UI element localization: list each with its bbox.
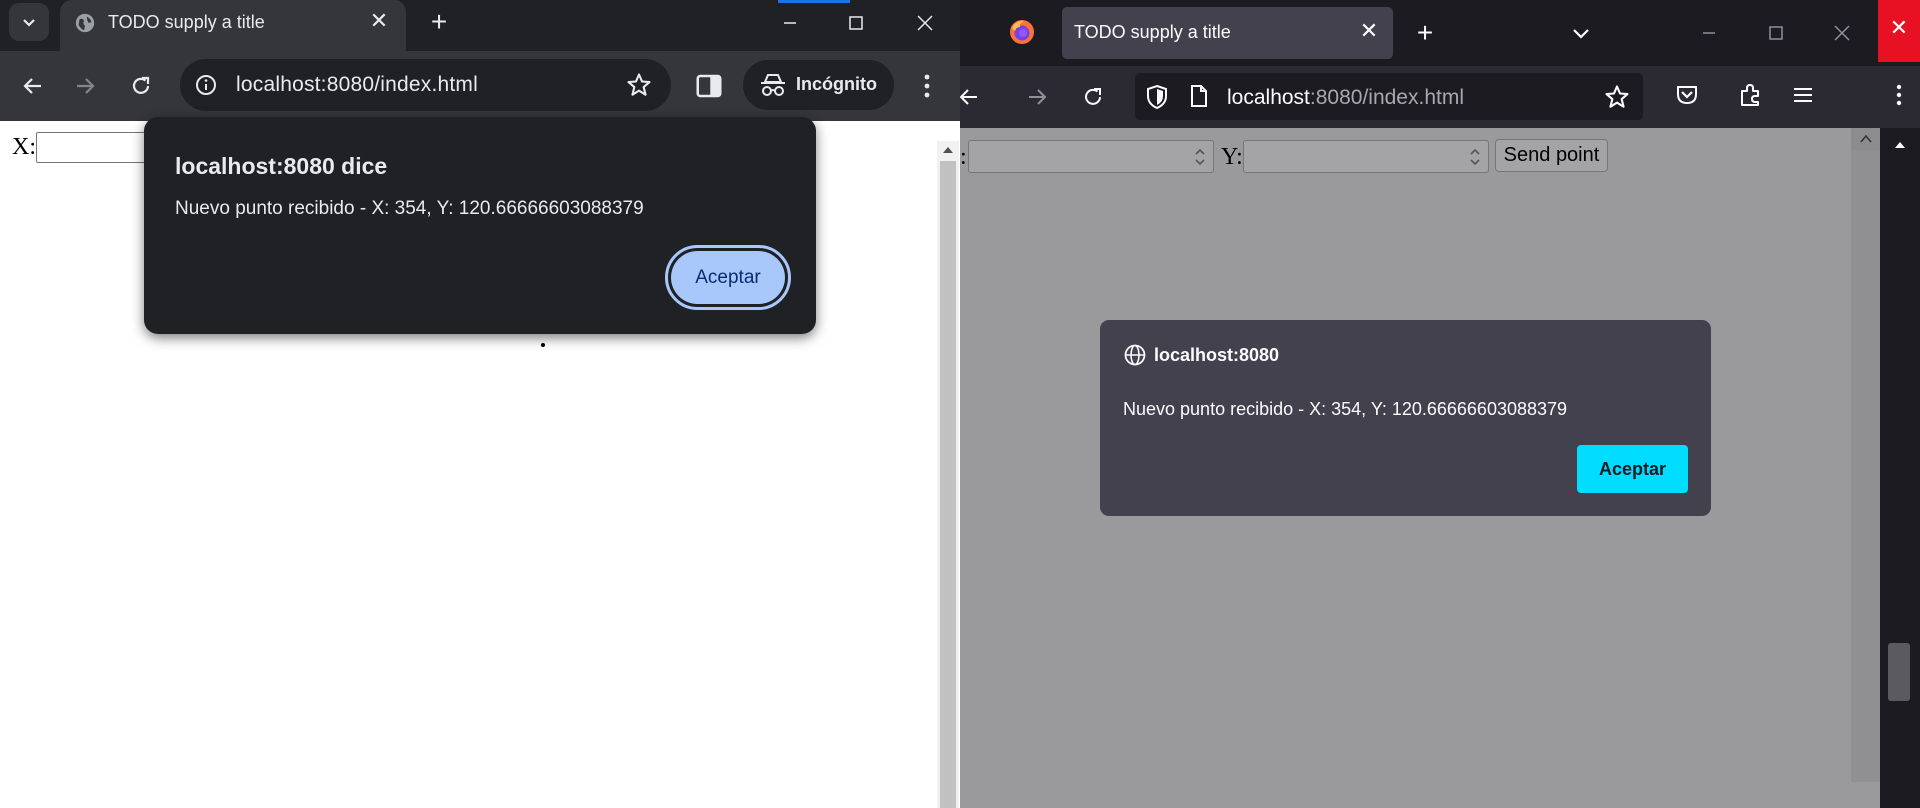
firefox-address-bar[interactable]: localhost:8080/index.html: [1135, 73, 1643, 120]
send-point-button[interactable]: Send point: [1495, 139, 1608, 172]
globe-icon: [1124, 344, 1146, 366]
chrome-dialog-accept-button[interactable]: Aceptar: [665, 245, 791, 310]
tab-search-button[interactable]: [9, 3, 49, 41]
chrome-tab-close-icon[interactable]: ✕: [366, 8, 392, 34]
application-menu-button[interactable]: [1788, 80, 1818, 110]
scroll-up-arrow-icon[interactable]: [1892, 138, 1908, 152]
background-window-scrollbar[interactable]: [1880, 128, 1920, 808]
bookmark-star-icon[interactable]: [1603, 83, 1631, 111]
x-label: :: [960, 144, 967, 170]
chrome-dialog-accept-label: Aceptar: [671, 251, 785, 304]
kebab-menu-icon[interactable]: [914, 69, 940, 103]
firefox-maximize-icon[interactable]: [1761, 18, 1791, 48]
address-url[interactable]: localhost:8080/index.html: [236, 73, 478, 97]
forward-icon: [77, 78, 95, 94]
chrome-window: TODO supply a title ✕ + localhost:8080/i…: [0, 0, 960, 808]
url-path: :8080/index.html: [1309, 86, 1464, 109]
firefox-alert-dialog: localhost:8080 Nuevo punto recibido - X:…: [1100, 320, 1711, 516]
overflow-menu-button[interactable]: [1884, 80, 1914, 110]
firefox-close-icon[interactable]: [1827, 18, 1857, 48]
firefox-logo-icon: [1010, 20, 1034, 44]
hamburger-menu-icon: [1794, 88, 1812, 102]
reload-button[interactable]: [124, 69, 158, 103]
chrome-minimize-icon[interactable]: [775, 8, 805, 38]
list-all-tabs-icon[interactable]: [1568, 20, 1594, 46]
chrome-dialog-title: localhost:8080 dice: [175, 153, 388, 179]
firefox-scrollbar-thumb[interactable]: [1851, 150, 1880, 782]
reload-icon: [1085, 88, 1101, 105]
firefox-dialog-title: localhost:8080: [1154, 345, 1280, 365]
incognito-icon: [761, 74, 785, 96]
shield-icon[interactable]: [1145, 84, 1169, 110]
chrome-maximize-icon[interactable]: [841, 8, 871, 38]
page-icon[interactable]: [1189, 84, 1209, 108]
background-scrollbar-thumb[interactable]: [1888, 643, 1910, 701]
chevron-down-icon: [23, 19, 35, 27]
firefox-back-button[interactable]: [960, 80, 986, 114]
point-marker: [541, 343, 545, 347]
chrome-scrollbar-thumb[interactable]: [940, 161, 956, 808]
pocket-icon: [1677, 86, 1697, 105]
back-icon: [23, 78, 41, 94]
chrome-tab-title: TODO supply a title: [108, 12, 265, 32]
firefox-page-scrollbar[interactable]: [1851, 128, 1880, 782]
firefox-tab-active[interactable]: TODO supply a title ✕: [1062, 7, 1393, 59]
chrome-alert-dialog: localhost:8080 dice Nuevo punto recibido…: [144, 117, 816, 334]
back-button[interactable]: [16, 69, 50, 103]
firefox-tab-close-icon[interactable]: ✕: [1357, 19, 1381, 43]
firefox-dialog-accept-button[interactable]: Aceptar: [1577, 445, 1688, 493]
chrome-accent-strip: [778, 0, 850, 3]
kebab-menu-icon: [1896, 84, 1902, 106]
extensions-icon: [1741, 84, 1759, 106]
chrome-title-bar: TODO supply a title ✕ +: [0, 0, 960, 51]
pocket-button[interactable]: [1672, 80, 1702, 110]
site-info-icon[interactable]: [194, 73, 218, 97]
chrome-close-icon[interactable]: [910, 8, 940, 38]
reload-icon: [132, 76, 150, 94]
back-icon: [960, 89, 977, 105]
scroll-up-arrow-icon[interactable]: [940, 143, 956, 157]
firefox-minimize-icon[interactable]: [1694, 18, 1724, 48]
url-host: localhost: [1227, 86, 1310, 109]
firefox-tab-bar: TODO supply a title ✕ + ✕: [960, 0, 1920, 66]
spinner-icon[interactable]: [1193, 146, 1207, 168]
firefox-reload-button[interactable]: [1076, 80, 1110, 114]
spinner-icon[interactable]: [1468, 146, 1482, 168]
chrome-tab-active[interactable]: TODO supply a title ✕: [60, 0, 406, 51]
forward-icon: [1029, 89, 1047, 105]
chrome-dialog-message: Nuevo punto recibido - X: 354, Y: 120.66…: [175, 198, 644, 219]
chrome-scrollbar[interactable]: [937, 141, 959, 808]
side-panel-icon[interactable]: [694, 71, 724, 101]
bookmark-star-icon[interactable]: [625, 71, 653, 99]
scroll-up-arrow-icon[interactable]: [1858, 132, 1874, 146]
globe-icon: [75, 13, 95, 33]
x-number-input[interactable]: [968, 140, 1214, 173]
chrome-toolbar: localhost:8080/index.html Incógnito: [0, 51, 960, 121]
address-bar[interactable]: localhost:8080/index.html: [180, 59, 671, 111]
y-number-input[interactable]: [1243, 140, 1489, 173]
firefox-tab-title: TODO supply a title: [1074, 22, 1231, 42]
extensions-button[interactable]: [1735, 80, 1765, 110]
background-window-close-icon[interactable]: ✕: [1878, 0, 1920, 62]
firefox-dialog-message: Nuevo punto recibido - X: 354, Y: 120.66…: [1123, 399, 1568, 419]
firefox-address-url[interactable]: localhost:8080/index.html: [1227, 86, 1464, 110]
firefox-window: TODO supply a title ✕ + ✕ localhost:8080…: [960, 0, 1920, 808]
firefox-forward-button[interactable]: [1020, 80, 1054, 114]
x-input[interactable]: [36, 132, 156, 163]
firefox-toolbar: localhost:8080/index.html: [960, 66, 1920, 128]
incognito-indicator[interactable]: Incógnito: [743, 60, 894, 110]
firefox-new-tab-button[interactable]: +: [1410, 18, 1440, 48]
x-label: X:: [12, 134, 36, 160]
chrome-new-tab-button[interactable]: +: [424, 7, 454, 37]
y-label: Y:: [1221, 144, 1243, 170]
forward-button[interactable]: [68, 69, 102, 103]
incognito-label: Incógnito: [796, 74, 877, 94]
